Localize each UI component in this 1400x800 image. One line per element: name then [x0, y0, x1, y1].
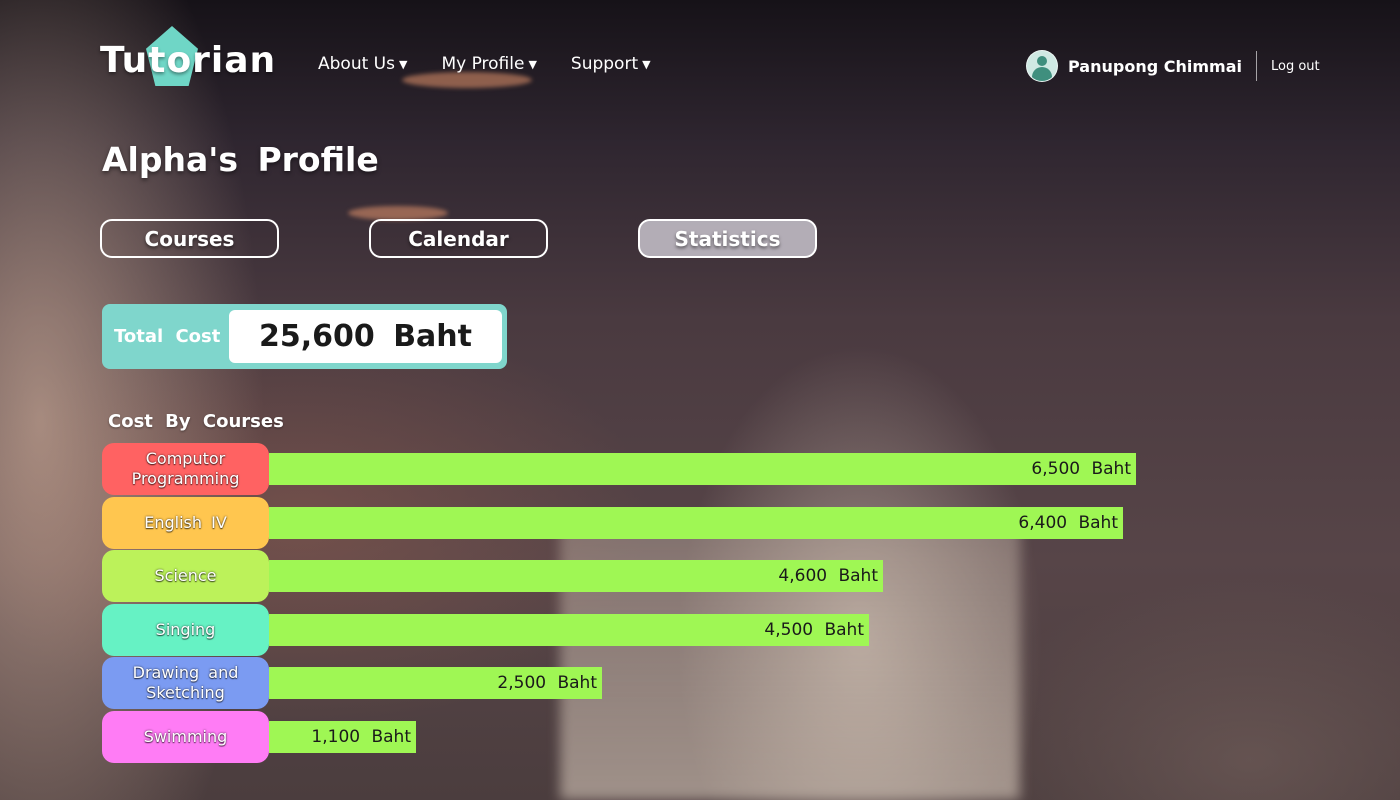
background-lamp: [402, 72, 532, 88]
bar-value-label: 4,600 Baht: [778, 566, 878, 586]
main-nav: About Us ▼ My Profile ▼ Support ▼: [318, 54, 651, 74]
chevron-down-icon: ▼: [642, 57, 651, 71]
logo-text: Tutorian: [100, 40, 277, 81]
chart-row: Computor Programming 6,500 Baht: [102, 443, 1202, 495]
cost-bar: 4,500 Baht: [269, 613, 869, 646]
chevron-down-icon: ▼: [528, 57, 537, 71]
chart-row: Drawing and Sketching 2,500 Baht: [102, 657, 1202, 709]
background-lamp: [348, 206, 448, 220]
course-label[interactable]: Drawing and Sketching: [102, 657, 269, 709]
tab-calendar[interactable]: Calendar: [369, 219, 548, 258]
logout-link[interactable]: Log out: [1271, 59, 1320, 74]
total-cost-card: Total Cost 25,600 Baht: [102, 304, 507, 369]
chart-row: Science 4,600 Baht: [102, 550, 1202, 602]
course-label[interactable]: Computor Programming: [102, 443, 269, 495]
tab-statistics[interactable]: Statistics: [638, 219, 817, 258]
bar-value-label: 2,500 Baht: [497, 673, 597, 693]
divider: [1255, 51, 1257, 81]
cost-bar: 1,100 Baht: [269, 720, 416, 753]
tutorian-logo[interactable]: Tutorian: [100, 26, 275, 90]
chart-row: Singing 4,500 Baht: [102, 603, 1202, 656]
nav-about-us[interactable]: About Us ▼: [318, 54, 407, 74]
user-menu: Panupong Chimmai Log out: [1026, 50, 1320, 82]
cost-bar: 2,500 Baht: [269, 667, 602, 699]
chart-row: English IV 6,400 Baht: [102, 496, 1202, 549]
cost-bar: 6,500 Baht: [269, 453, 1136, 485]
avatar-icon[interactable]: [1026, 50, 1058, 82]
chart-row: Swimming 1,100 Baht: [102, 710, 1202, 763]
course-label[interactable]: Science: [102, 550, 269, 602]
cost-bar: 6,400 Baht: [269, 506, 1123, 539]
user-name[interactable]: Panupong Chimmai: [1068, 57, 1242, 76]
course-label[interactable]: English IV: [102, 496, 269, 549]
page-title: Alpha's Profile: [102, 140, 379, 179]
bar-value-label: 6,400 Baht: [1018, 512, 1118, 533]
nav-label: Support: [570, 54, 639, 74]
course-label[interactable]: Singing: [102, 603, 269, 656]
cost-bar: 4,600 Baht: [269, 560, 883, 592]
course-label[interactable]: Swimming: [102, 710, 269, 763]
bar-value-label: 4,500 Baht: [764, 619, 864, 640]
nav-my-profile[interactable]: My Profile ▼: [441, 54, 536, 74]
tab-courses[interactable]: Courses: [100, 219, 279, 258]
total-cost-label: Total Cost: [114, 326, 221, 347]
nav-label: My Profile: [441, 54, 525, 74]
bar-value-label: 1,100 Baht: [311, 726, 411, 747]
chevron-down-icon: ▼: [398, 57, 408, 71]
bar-value-label: 6,500 Baht: [1031, 459, 1131, 479]
nav-support[interactable]: Support ▼: [571, 54, 651, 74]
cost-by-courses-label: Cost By Courses: [108, 411, 284, 432]
total-cost-value: 25,600 Baht: [229, 310, 502, 363]
nav-label: About Us: [318, 54, 395, 74]
